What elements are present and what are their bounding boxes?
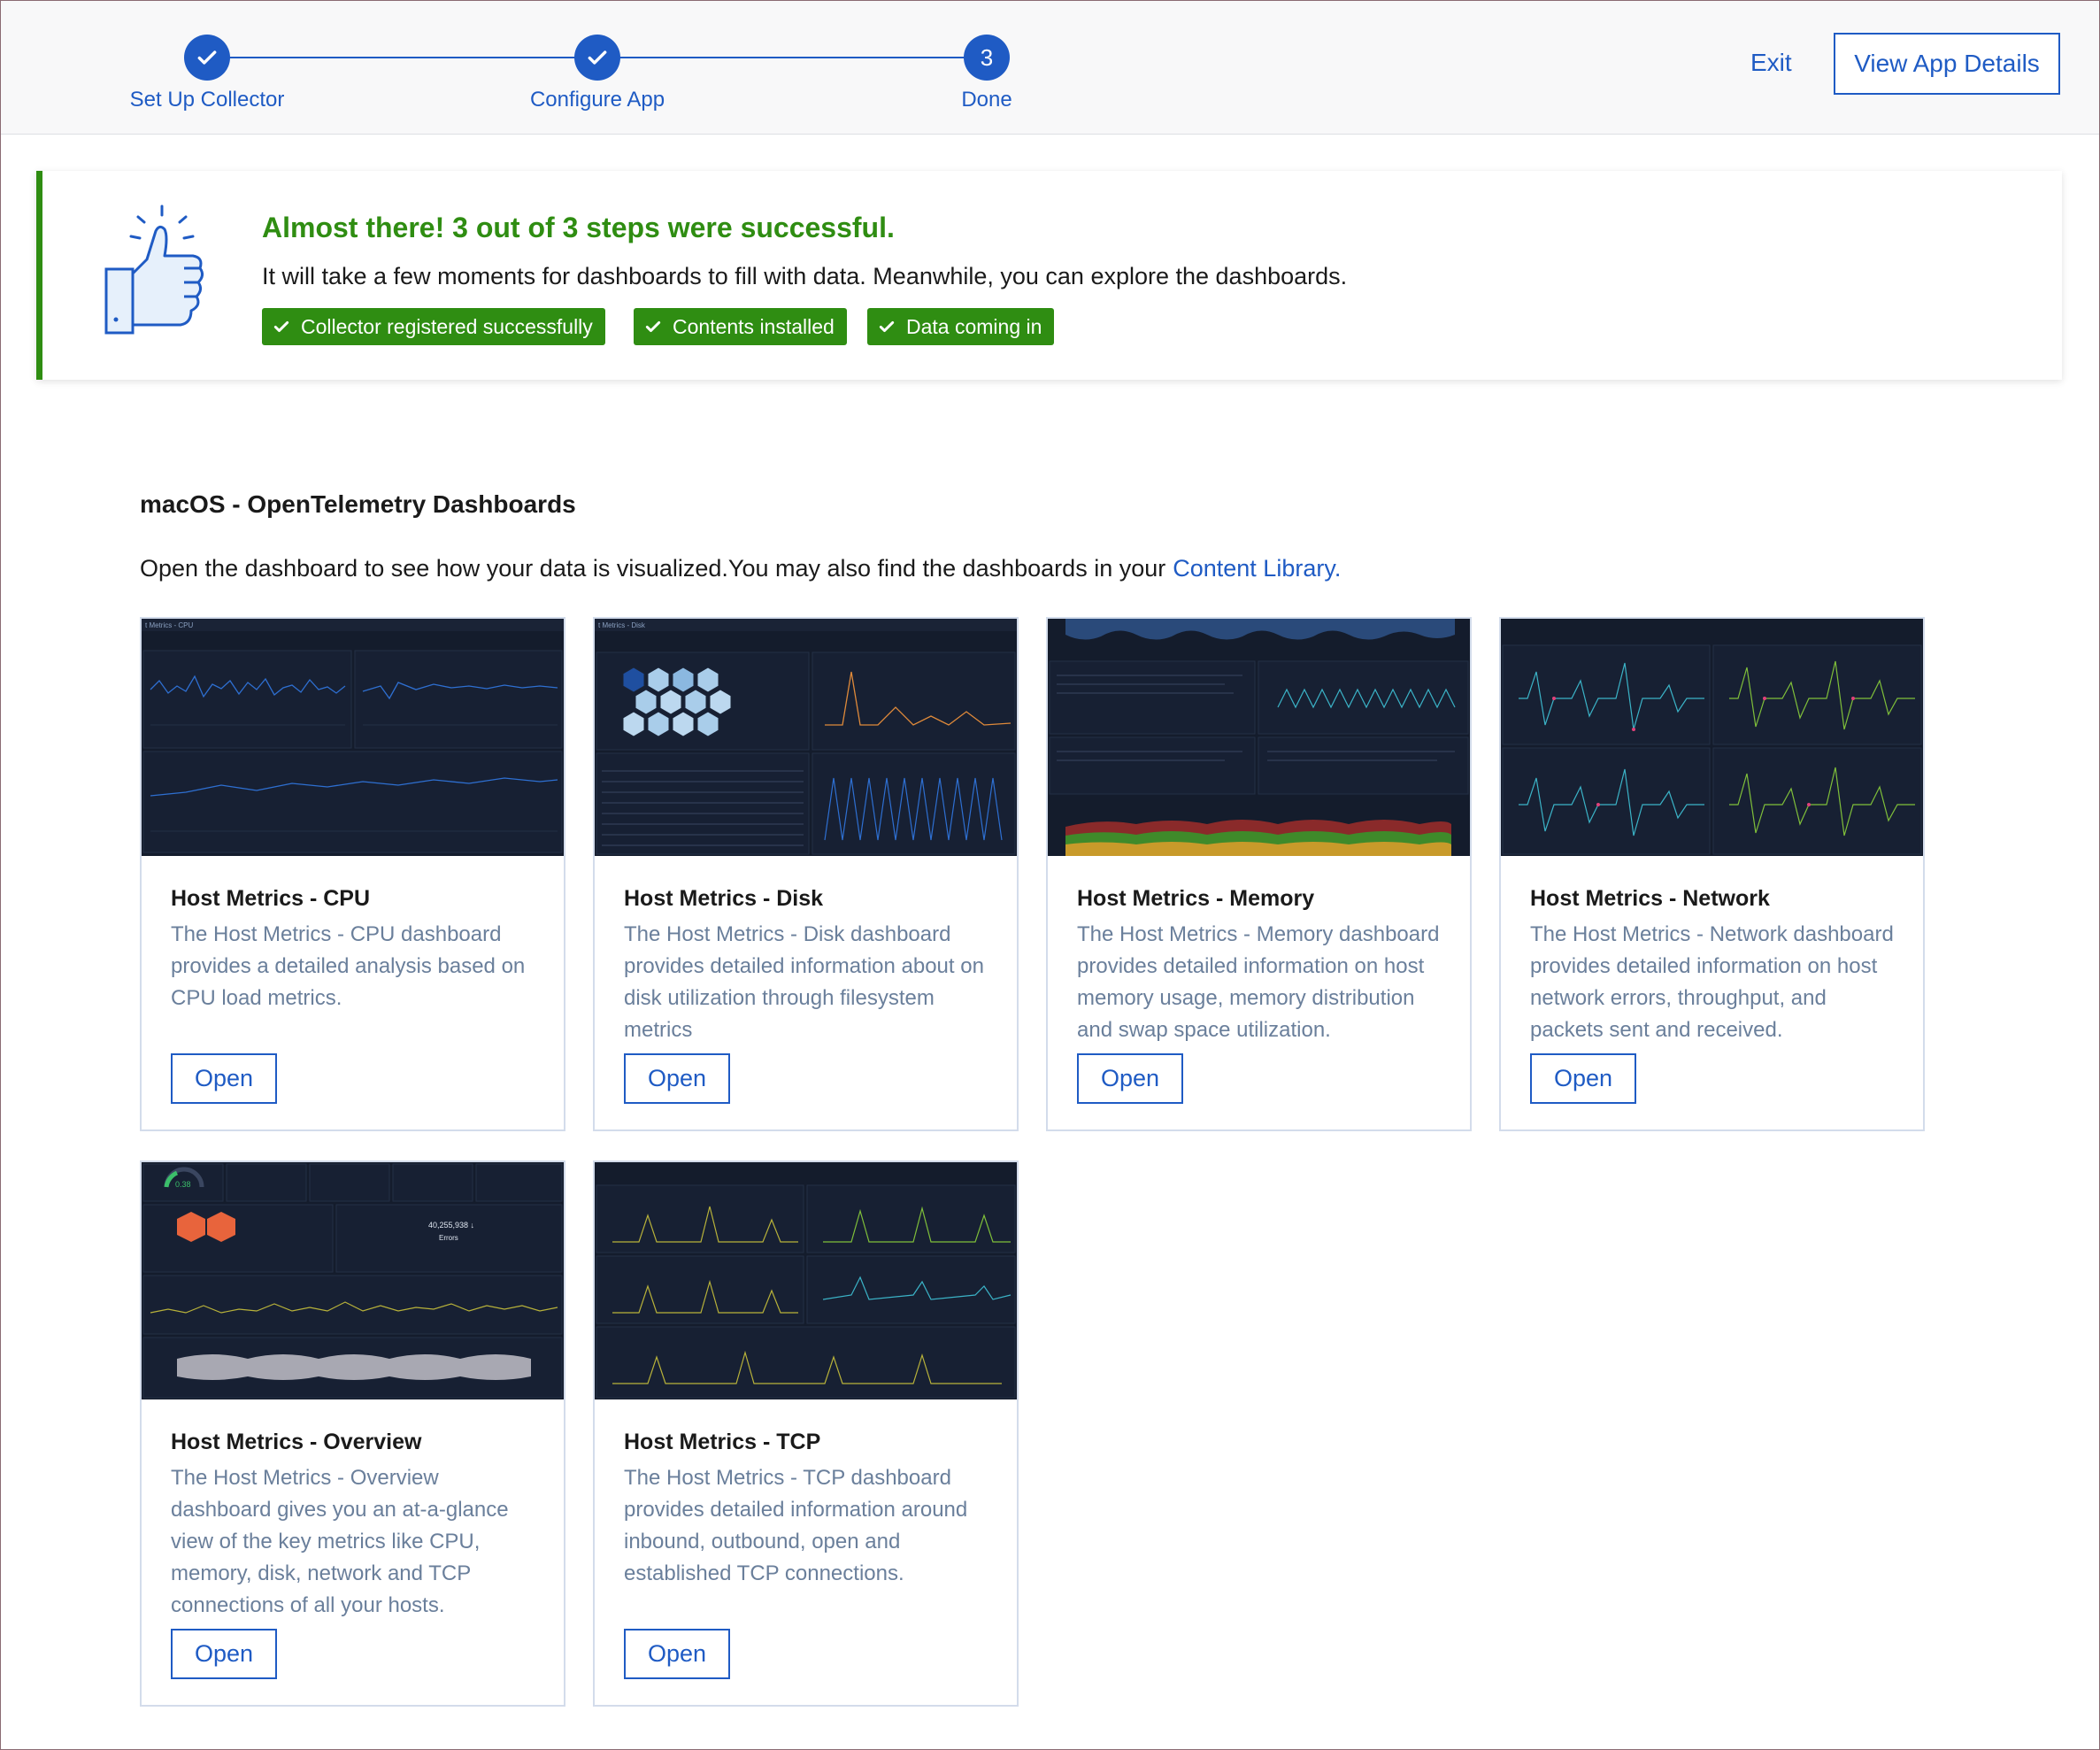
step-current-number: 3 (964, 35, 1010, 81)
check-icon (645, 320, 661, 333)
card-description: The Host Metrics - Memory dashboard prov… (1077, 922, 1440, 1042)
memory-dashboard-preview (1048, 619, 1470, 856)
open-memory-dashboard-button[interactable]: Open (1077, 1053, 1183, 1104)
tcp-dashboard-preview (595, 1162, 1017, 1399)
card-description: The Host Metrics - Disk dashboard provid… (624, 922, 984, 1042)
banner-text: It will take a few moments for dashboard… (262, 263, 1348, 289)
banner-title: Almost there! 3 out of 3 steps were succ… (262, 212, 895, 243)
status-badge-label: Data coming in (906, 314, 1042, 338)
check-icon (273, 320, 289, 333)
preview-title: t Metrics - CPU (145, 621, 193, 629)
view-app-details-button[interactable]: View App Details (1834, 33, 2060, 95)
status-badge-data: Data coming in (867, 308, 1055, 345)
status-badge-collector: Collector registered successfully (262, 308, 605, 345)
exit-button[interactable]: Exit (1750, 49, 1792, 77)
disk-dashboard-preview: t Metrics - Disk (595, 619, 1017, 856)
errors-label: Errors (439, 1234, 458, 1242)
open-disk-dashboard-button[interactable]: Open (624, 1053, 730, 1104)
check-icon (879, 320, 895, 333)
overview-dashboard-preview: 0.38 40,255,938 ↓ Errors (142, 1162, 564, 1399)
dashboard-card-overview: 0.38 40,255,938 ↓ Errors Host Metrics - … (140, 1160, 565, 1707)
open-overview-dashboard-button[interactable]: Open (171, 1629, 277, 1679)
wizard-header: Set Up Collector Configure App 3 Done Ex… (1, 1, 2099, 135)
step-complete-icon (574, 35, 620, 81)
status-badge-label: Contents installed (673, 314, 835, 338)
card-description: The Host Metrics - TCP dashboard provide… (624, 1466, 968, 1585)
preview-title: t Metrics - Disk (598, 621, 646, 629)
stepper-connector (208, 57, 597, 58)
status-badge-label: Collector registered successfully (301, 314, 593, 338)
section-description: Open the dashboard to see how your data … (140, 555, 1341, 582)
thumbs-up-icon (96, 204, 211, 337)
open-tcp-dashboard-button[interactable]: Open (624, 1629, 730, 1679)
success-banner: Almost there! 3 out of 3 steps were succ… (36, 171, 2062, 380)
section-title: macOS - OpenTelemetry Dashboards (140, 490, 576, 518)
step-label-set-up-collector: Set Up Collector (129, 88, 285, 112)
stepper-connector (597, 57, 987, 58)
dashboard-card-memory: Host Metrics - Memory The Host Metrics -… (1046, 617, 1472, 1131)
dashboard-card-network: Host Metrics - Network The Host Metrics … (1499, 617, 1925, 1131)
cpu-dashboard-preview: t Metrics - CPU (142, 619, 564, 856)
step-label-done: Done (961, 88, 1012, 112)
card-title: Host Metrics - Overview (171, 1430, 422, 1454)
dashboard-card-tcp: Host Metrics - TCP The Host Metrics - TC… (593, 1160, 1019, 1707)
dashboard-card-disk: t Metrics - Disk Host Metrics - Disk The… (593, 617, 1019, 1131)
content-library-link[interactable]: Content Library. (1173, 555, 1341, 582)
step-label-configure-app: Configure App (529, 88, 665, 112)
dashboard-card-cpu: t Metrics - CPU Host Metrics - CPU The H… (140, 617, 565, 1131)
errors-value: 40,255,938 ↓ (428, 1221, 474, 1230)
card-title: Host Metrics - Network (1530, 886, 1770, 911)
open-cpu-dashboard-button[interactable]: Open (171, 1053, 277, 1104)
card-title: Host Metrics - Memory (1077, 886, 1315, 911)
section-description-text: Open the dashboard to see how your data … (140, 555, 1166, 582)
status-badge-contents: Contents installed (634, 308, 847, 345)
card-description: The Host Metrics - Network dashboard pro… (1530, 922, 1894, 1042)
step-complete-icon (184, 35, 230, 81)
open-network-dashboard-button[interactable]: Open (1530, 1053, 1636, 1104)
card-title: Host Metrics - TCP (624, 1430, 821, 1454)
card-title: Host Metrics - CPU (171, 886, 371, 911)
network-dashboard-preview (1501, 619, 1923, 856)
card-title: Host Metrics - Disk (624, 886, 824, 911)
card-description: The Host Metrics - Overview dashboard gi… (171, 1466, 509, 1617)
card-description: The Host Metrics - CPU dashboard provide… (171, 922, 526, 1010)
gauge-value: 0.38 (175, 1180, 191, 1189)
